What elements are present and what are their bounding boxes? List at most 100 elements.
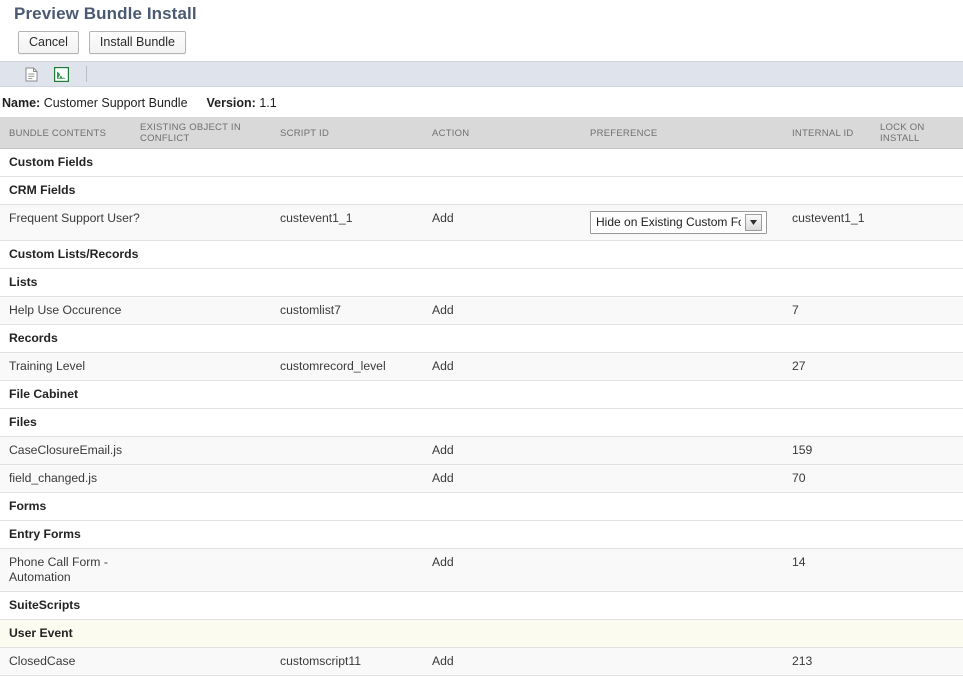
section-header-row: Custom Lists/Records — [0, 240, 963, 269]
bundle-version-label: Version: — [206, 96, 256, 110]
cell-script-id — [280, 436, 432, 465]
action-button-bar: Cancel Install Bundle — [0, 25, 963, 61]
cell-bundle-contents: field_changed.js — [0, 464, 140, 493]
cell-action: Add — [432, 548, 590, 592]
cell-lock-on-install — [880, 464, 963, 493]
chevron-down-icon[interactable] — [745, 214, 762, 231]
cell-existing-object-in-conflict — [140, 647, 280, 676]
cell-action: Add — [432, 296, 590, 325]
cell-action: Add — [432, 352, 590, 381]
cell-script-id: customscript11 — [280, 647, 432, 676]
cell-action: Add — [432, 204, 590, 241]
cell-existing-object-in-conflict — [140, 548, 280, 592]
section-header-row: File Cabinet — [0, 380, 963, 409]
column-header-script-id: SCRIPT ID — [280, 117, 432, 149]
cancel-button[interactable]: Cancel — [18, 31, 79, 54]
cell-internal-id: 159 — [792, 436, 880, 465]
column-header-action: ACTION — [432, 117, 590, 149]
section-header-row: CRM Fields — [0, 176, 963, 205]
cell-existing-object-in-conflict — [140, 296, 280, 325]
section-header-label: Entry Forms — [0, 520, 963, 549]
table-row: Training Level customrecord_level Add 27 — [0, 352, 963, 381]
cell-lock-on-install — [880, 204, 963, 241]
excel-export-icon[interactable]: X — [50, 64, 72, 84]
section-header-row: Records — [0, 324, 963, 353]
cell-script-id: customlist7 — [280, 296, 432, 325]
column-header-internal-id: INTERNAL ID — [792, 117, 880, 149]
cell-bundle-contents: Phone Call Form - Automation — [0, 548, 140, 592]
preference-select-value: Hide on Existing Custom Forms — [596, 215, 741, 229]
cell-preference — [590, 296, 792, 325]
cell-preference — [590, 352, 792, 381]
cell-internal-id: 70 — [792, 464, 880, 493]
section-header-row: User Event — [0, 619, 963, 648]
cell-existing-object-in-conflict — [140, 464, 280, 493]
cell-bundle-contents: Frequent Support User? — [0, 204, 140, 241]
icon-toolbar: X — [0, 61, 963, 87]
bundle-name-value: Customer Support Bundle — [43, 96, 188, 110]
toolbar-separator — [86, 66, 87, 82]
cell-existing-object-in-conflict — [140, 436, 280, 465]
section-header-row: Lists — [0, 268, 963, 297]
section-header-label: Forms — [0, 492, 963, 521]
cell-lock-on-install — [880, 647, 963, 676]
cell-script-id — [280, 548, 432, 592]
cell-lock-on-install — [880, 548, 963, 592]
bundle-meta: Name: Customer Support Bundle Version: 1… — [0, 87, 963, 117]
section-header-label: Records — [0, 324, 963, 353]
preference-select[interactable]: Hide on Existing Custom Forms — [590, 211, 767, 234]
bundle-version-value: 1.1 — [259, 96, 277, 110]
cell-internal-id: 14 — [792, 548, 880, 592]
column-header-lock-on-install: LOCK ON INSTALL — [880, 117, 963, 149]
document-icon[interactable] — [20, 64, 42, 84]
cell-bundle-contents: Help Use Occurence — [0, 296, 140, 325]
cell-internal-id: 27 — [792, 352, 880, 381]
table-row: Help Use Occurence customlist7 Add 7 — [0, 296, 963, 325]
cell-preference — [590, 548, 792, 592]
cell-internal-id: 7 — [792, 296, 880, 325]
cell-existing-object-in-conflict — [140, 204, 280, 241]
cell-action: Add — [432, 436, 590, 465]
table-row: ClosedCase customscript11 Add 213 — [0, 647, 963, 676]
section-header-label: SuiteScripts — [0, 591, 963, 620]
bundle-name-label: Name: — [2, 96, 41, 110]
cell-lock-on-install — [880, 296, 963, 325]
section-header-label: Files — [0, 408, 963, 437]
column-header-existing-object-in-conflict: EXISTING OBJECT IN CONFLICT — [140, 117, 280, 149]
cell-lock-on-install — [880, 352, 963, 381]
cell-preference — [590, 464, 792, 493]
cell-bundle-contents: Training Level — [0, 352, 140, 381]
table-row: CaseClosureEmail.js Add 159 — [0, 436, 963, 465]
cell-script-id: customrecord_level — [280, 352, 432, 381]
column-header-bundle-contents: BUNDLE CONTENTS — [0, 117, 140, 149]
table-row: field_changed.js Add 70 — [0, 464, 963, 493]
cell-script-id — [280, 464, 432, 493]
table-header-row: BUNDLE CONTENTS EXISTING OBJECT IN CONFL… — [0, 117, 963, 149]
cell-internal-id: 213 — [792, 647, 880, 676]
table-row: Phone Call Form - Automation Add 14 — [0, 548, 963, 592]
section-header-row: Files — [0, 408, 963, 437]
section-header-label: Lists — [0, 268, 963, 297]
cell-action: Add — [432, 647, 590, 676]
cell-lock-on-install — [880, 436, 963, 465]
section-header-row: Forms — [0, 492, 963, 521]
column-header-preference: PREFERENCE — [590, 117, 792, 149]
section-header-label: CRM Fields — [0, 176, 963, 205]
section-header-row: SuiteScripts — [0, 591, 963, 620]
bundle-contents-table: BUNDLE CONTENTS EXISTING OBJECT IN CONFL… — [0, 117, 963, 676]
cell-bundle-contents: ClosedCase — [0, 647, 140, 676]
section-header-label: User Event — [0, 619, 963, 648]
install-bundle-button[interactable]: Install Bundle — [88, 31, 186, 54]
page-title: Preview Bundle Install — [14, 4, 197, 23]
cell-preference — [590, 647, 792, 676]
section-header-label: File Cabinet — [0, 380, 963, 409]
table-row: Frequent Support User? custevent1_1 Add Hid… — [0, 204, 963, 241]
section-header-label: Custom Lists/Records — [0, 240, 963, 269]
cell-internal-id: custevent1_1 — [792, 204, 880, 241]
section-header-label: Custom Fields — [0, 148, 963, 177]
cell-script-id: custevent1_1 — [280, 204, 432, 241]
cell-bundle-contents: CaseClosureEmail.js — [0, 436, 140, 465]
cell-preference: Hide on Existing Custom Forms — [590, 204, 792, 241]
svg-text:X: X — [58, 70, 64, 80]
section-header-row: Custom Fields — [0, 148, 963, 177]
